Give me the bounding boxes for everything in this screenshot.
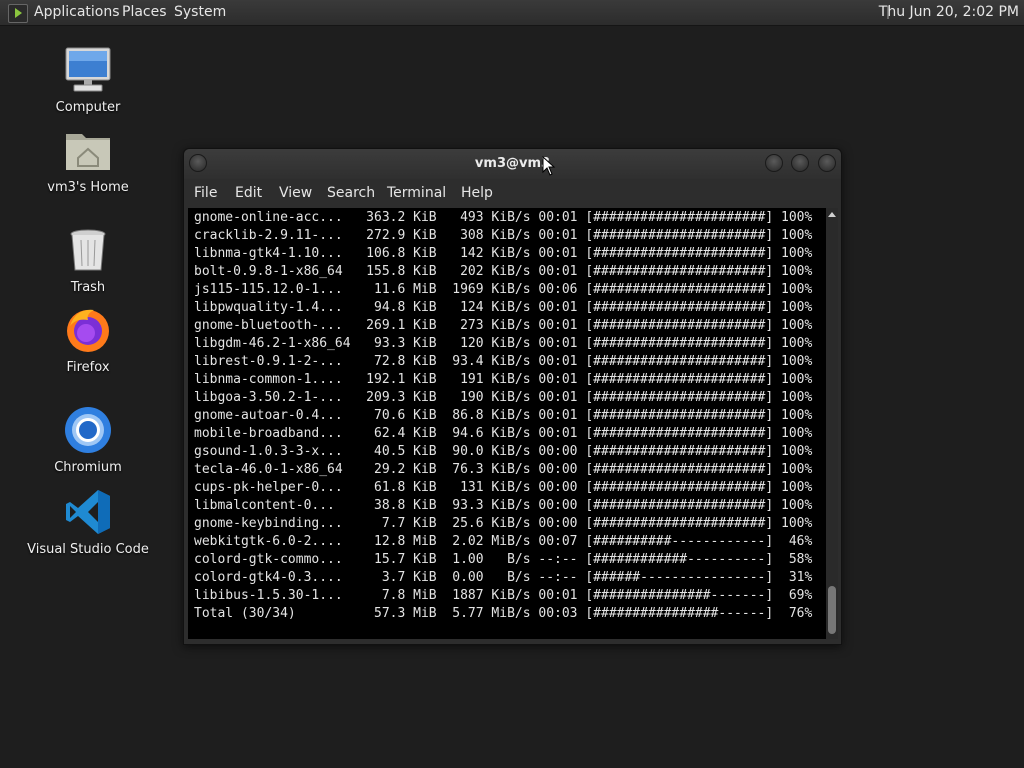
terminal-line: webkitgtk-6.0-2.... 12.8 MiB 2.02 MiB/s … xyxy=(194,534,813,549)
desktop-icon-label: Firefox xyxy=(66,360,110,375)
terminal-line: tecla-46.0-1-x86_64 29.2 KiB 76.3 KiB/s … xyxy=(194,462,813,477)
terminal-line: gsound-1.0.3-3-x... 40.5 KiB 90.0 KiB/s … xyxy=(194,444,813,459)
desktop-icon-label: vm3's Home xyxy=(47,180,129,195)
terminal-line: libnma-gtk4-1.10... 106.8 KiB 142 KiB/s … xyxy=(194,246,813,261)
menu-search[interactable]: Search xyxy=(327,185,375,201)
applications-menu-icon[interactable] xyxy=(8,4,28,23)
desktop-icon-computer[interactable]: Computer xyxy=(18,46,158,115)
desktop-icon-label: Trash xyxy=(70,280,106,295)
terminal-line: libibus-1.5.30-1... 7.8 MiB 1887 KiB/s 0… xyxy=(194,588,813,603)
terminal-line: cracklib-2.9.11-... 272.9 KiB 308 KiB/s … xyxy=(194,228,813,243)
terminal-line: colord-gtk4-0.3.... 3.7 KiB 0.00 B/s --:… xyxy=(194,570,813,585)
window-title: vm3@vm3 xyxy=(474,156,551,171)
terminal-line: js115-115.12.0-1... 11.6 MiB 1969 KiB/s … xyxy=(194,282,813,297)
clock[interactable]: Thu Jun 20, 2:02 PM xyxy=(879,4,1019,20)
system-menu[interactable]: System xyxy=(174,4,226,20)
close-button[interactable] xyxy=(818,154,836,172)
terminal-line: libmalcontent-0... 38.8 KiB 93.3 KiB/s 0… xyxy=(194,498,813,513)
menu-view[interactable]: View xyxy=(279,185,312,201)
terminal-scrollbar[interactable] xyxy=(826,208,838,639)
terminal-window[interactable]: vm3@vm3 File Edit View Search Terminal H… xyxy=(183,148,842,645)
top-panel: Applications Places System Thu Jun 20, 2… xyxy=(0,0,1024,26)
terminal-line: mobile-broadband... 62.4 KiB 94.6 KiB/s … xyxy=(194,426,813,441)
menu-file[interactable]: File xyxy=(194,185,217,201)
desktop-icon-firefox[interactable]: Firefox xyxy=(18,306,158,375)
terminal-menubar: File Edit View Search Terminal Help xyxy=(184,179,841,209)
desktop-icon-home[interactable]: vm3's Home xyxy=(18,126,158,195)
desktop-icon-vscode[interactable]: Visual Studio Code xyxy=(18,488,158,557)
terminal-line: gnome-bluetooth-... 269.1 KiB 273 KiB/s … xyxy=(194,318,813,333)
terminal-line: Total (30/34) 57.3 MiB 5.77 MiB/s 00:03 … xyxy=(194,606,813,621)
terminal-line: bolt-0.9.8-1-x86_64 155.8 KiB 202 KiB/s … xyxy=(194,264,813,279)
window-titlebar[interactable]: vm3@vm3 xyxy=(184,149,841,179)
places-menu[interactable]: Places xyxy=(122,4,167,20)
terminal-output: gnome-online-acc... 363.2 KiB 493 KiB/s … xyxy=(194,209,812,623)
terminal-line: colord-gtk-commo... 15.7 KiB 1.00 B/s --… xyxy=(194,552,813,567)
terminal-line: libgdm-46.2-1-x86_64 93.3 KiB 120 KiB/s … xyxy=(194,336,813,351)
desktop-icon-label: Chromium xyxy=(54,460,122,475)
desktop-icon-label: Visual Studio Code xyxy=(27,542,149,557)
menu-help[interactable]: Help xyxy=(461,185,493,201)
home-folder-icon xyxy=(64,126,112,174)
vscode-icon xyxy=(64,488,112,536)
maximize-button[interactable] xyxy=(791,154,809,172)
applications-menu[interactable]: Applications xyxy=(34,4,120,20)
scrollbar-thumb[interactable] xyxy=(828,586,836,634)
minimize-button[interactable] xyxy=(765,154,783,172)
mouse-pointer-icon xyxy=(542,156,556,176)
terminal-line: gnome-autoar-0.4... 70.6 KiB 86.8 KiB/s … xyxy=(194,408,813,423)
chromium-icon xyxy=(64,406,112,454)
desktop-icon-chromium[interactable]: Chromium xyxy=(18,406,158,475)
terminal-line: gnome-online-acc... 363.2 KiB 493 KiB/s … xyxy=(194,210,813,225)
terminal-line: gnome-keybinding... 7.7 KiB 25.6 KiB/s 0… xyxy=(194,516,813,531)
menu-terminal[interactable]: Terminal xyxy=(387,185,446,201)
desktop-icon-trash[interactable]: Trash xyxy=(18,226,158,295)
terminal-output-area[interactable]: gnome-online-acc... 363.2 KiB 493 KiB/s … xyxy=(188,208,826,639)
desktop-icon-label: Computer xyxy=(55,100,121,115)
terminal-line: libgoa-3.50.2-1-... 209.3 KiB 190 KiB/s … xyxy=(194,390,813,405)
terminal-line: libpwquality-1.4... 94.8 KiB 124 KiB/s 0… xyxy=(194,300,813,315)
terminal-line: cups-pk-helper-0... 61.8 KiB 131 KiB/s 0… xyxy=(194,480,813,495)
terminal-line: librest-0.9.1-2-... 72.8 KiB 93.4 KiB/s … xyxy=(194,354,813,369)
trash-icon xyxy=(64,226,112,274)
menu-edit[interactable]: Edit xyxy=(235,185,262,201)
terminal-line: libnma-common-1.... 192.1 KiB 191 KiB/s … xyxy=(194,372,813,387)
scroll-up-arrow-icon[interactable] xyxy=(828,212,836,217)
computer-icon xyxy=(64,46,112,94)
firefox-icon xyxy=(64,306,112,354)
